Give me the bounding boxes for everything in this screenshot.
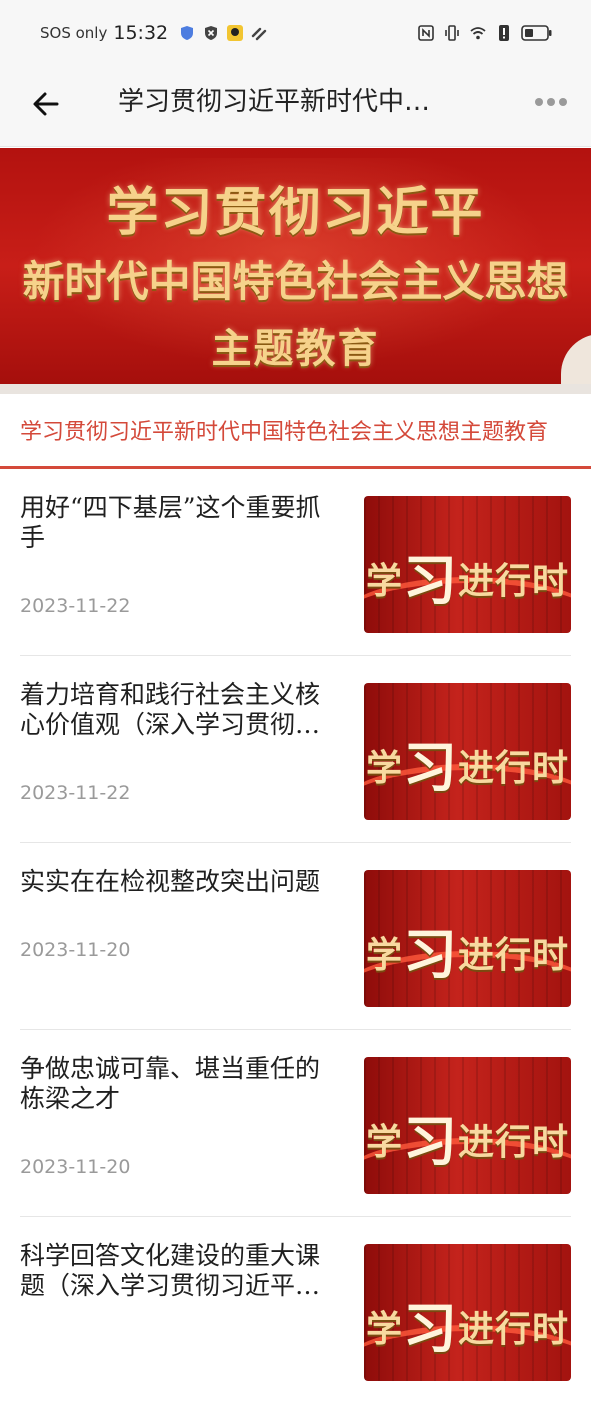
- article-thumbnail: 学习进行时: [364, 1244, 571, 1381]
- list-item[interactable]: 用好“四下基层”这个重要抓手 2023-11-22 学习进行时: [0, 469, 591, 656]
- thumb-big-char: 习: [403, 1296, 458, 1360]
- banner-line-2: 新时代中国特色社会主义思想: [22, 257, 569, 306]
- list-item[interactable]: 着力培育和践行社会主义核心价值观（深入学习贯彻… 2023-11-22 学习进行…: [0, 656, 591, 843]
- thumb-suffix: 进行时: [458, 1308, 570, 1350]
- thumb-big-char: 习: [403, 735, 458, 799]
- banner-line-3: 主题教育: [211, 325, 380, 372]
- more-options-button[interactable]: [531, 88, 571, 116]
- article-thumbnail: 学习进行时: [364, 496, 571, 633]
- wifi-icon: [470, 27, 486, 40]
- article-title: 用好“四下基层”这个重要抓手: [20, 493, 321, 552]
- article-title: 争做忠诚可靠、堪当重任的栋梁之才: [20, 1054, 321, 1113]
- thumb-suffix: 进行时: [458, 1121, 570, 1163]
- dot-icon: [535, 98, 543, 106]
- thumb-suffix: 进行时: [458, 747, 570, 789]
- link-icon: [251, 27, 267, 41]
- back-button[interactable]: [24, 82, 68, 126]
- nav-divider: [0, 146, 591, 147]
- list-item[interactable]: 争做忠诚可靠、堪当重任的栋梁之才 2023-11-20 学习进行时: [0, 1030, 591, 1217]
- banner-line-1: 学习贯彻习近平: [106, 182, 485, 243]
- thumb-text: 学习进行时: [364, 1097, 571, 1176]
- app-icon: [227, 25, 244, 41]
- banner-bottom-strip: [0, 384, 591, 394]
- article-date: 2023-11-22: [20, 782, 131, 804]
- article-date: 2023-11-20: [20, 939, 131, 961]
- carrier-text: SOS only: [40, 24, 108, 42]
- article-thumbnail: 学习进行时: [364, 683, 571, 820]
- thumb-text: 学习进行时: [364, 723, 571, 802]
- section-title: 学习贯彻习近平新时代中国特色社会主义思想主题教育: [20, 420, 549, 445]
- status-left: SOS only 15:32: [40, 20, 268, 46]
- article-date: 2023-11-20: [20, 1156, 131, 1178]
- alert-icon: [499, 25, 509, 41]
- thumb-prefix: 学: [365, 1121, 403, 1163]
- thumb-suffix: 进行时: [458, 934, 570, 976]
- list-item[interactable]: 实实在在检视整改突出问题 2023-11-20 学习进行时: [0, 843, 591, 1030]
- thumb-prefix: 学: [365, 560, 403, 602]
- article-thumbnail: 学习进行时: [364, 870, 571, 1007]
- article-title: 实实在在检视整改突出问题: [20, 867, 321, 896]
- battery-icon: [521, 25, 552, 41]
- thumb-suffix: 进行时: [458, 560, 570, 602]
- topic-banner: 学习贯彻习近平 新时代中国特色社会主义思想 主题教育: [0, 148, 591, 384]
- thumb-prefix: 学: [365, 934, 403, 976]
- thumb-text: 学习进行时: [364, 1284, 571, 1363]
- nfc-icon: [418, 25, 434, 41]
- section-header: 学习贯彻习近平新时代中国特色社会主义思想主题教育: [0, 394, 591, 466]
- thumb-prefix: 学: [365, 1308, 403, 1350]
- clock: 15:32: [113, 22, 169, 44]
- thumb-text: 学习进行时: [364, 536, 571, 615]
- article-title: 科学回答文化建设的重大课题（深入学习贯彻习近平…: [20, 1241, 321, 1300]
- article-title: 着力培育和践行社会主义核心价值观（深入学习贯彻…: [20, 680, 321, 739]
- thumb-big-char: 习: [403, 548, 458, 612]
- thumb-big-char: 习: [403, 1109, 458, 1173]
- thumb-prefix: 学: [365, 747, 403, 789]
- dot-icon: [559, 98, 567, 106]
- nav-bar: 学习贯彻习近平新时代中…: [0, 66, 591, 146]
- dot-icon: [547, 98, 555, 106]
- status-right: [417, 20, 553, 46]
- blocked-icon: [205, 26, 218, 40]
- article-date: 2023-11-22: [20, 595, 131, 617]
- thumb-big-char: 习: [403, 922, 458, 986]
- vibrate-icon: [445, 25, 459, 41]
- arrow-left-icon: [33, 92, 59, 116]
- page-title: 学习贯彻习近平新时代中…: [118, 87, 431, 117]
- status-bar: SOS only 15:32: [0, 0, 591, 66]
- list-item[interactable]: 科学回答文化建设的重大课题（深入学习贯彻习近平… 学习进行时: [0, 1217, 591, 1404]
- shield-icon: [181, 26, 194, 40]
- article-thumbnail: 学习进行时: [364, 1057, 571, 1194]
- thumb-text: 学习进行时: [364, 910, 571, 989]
